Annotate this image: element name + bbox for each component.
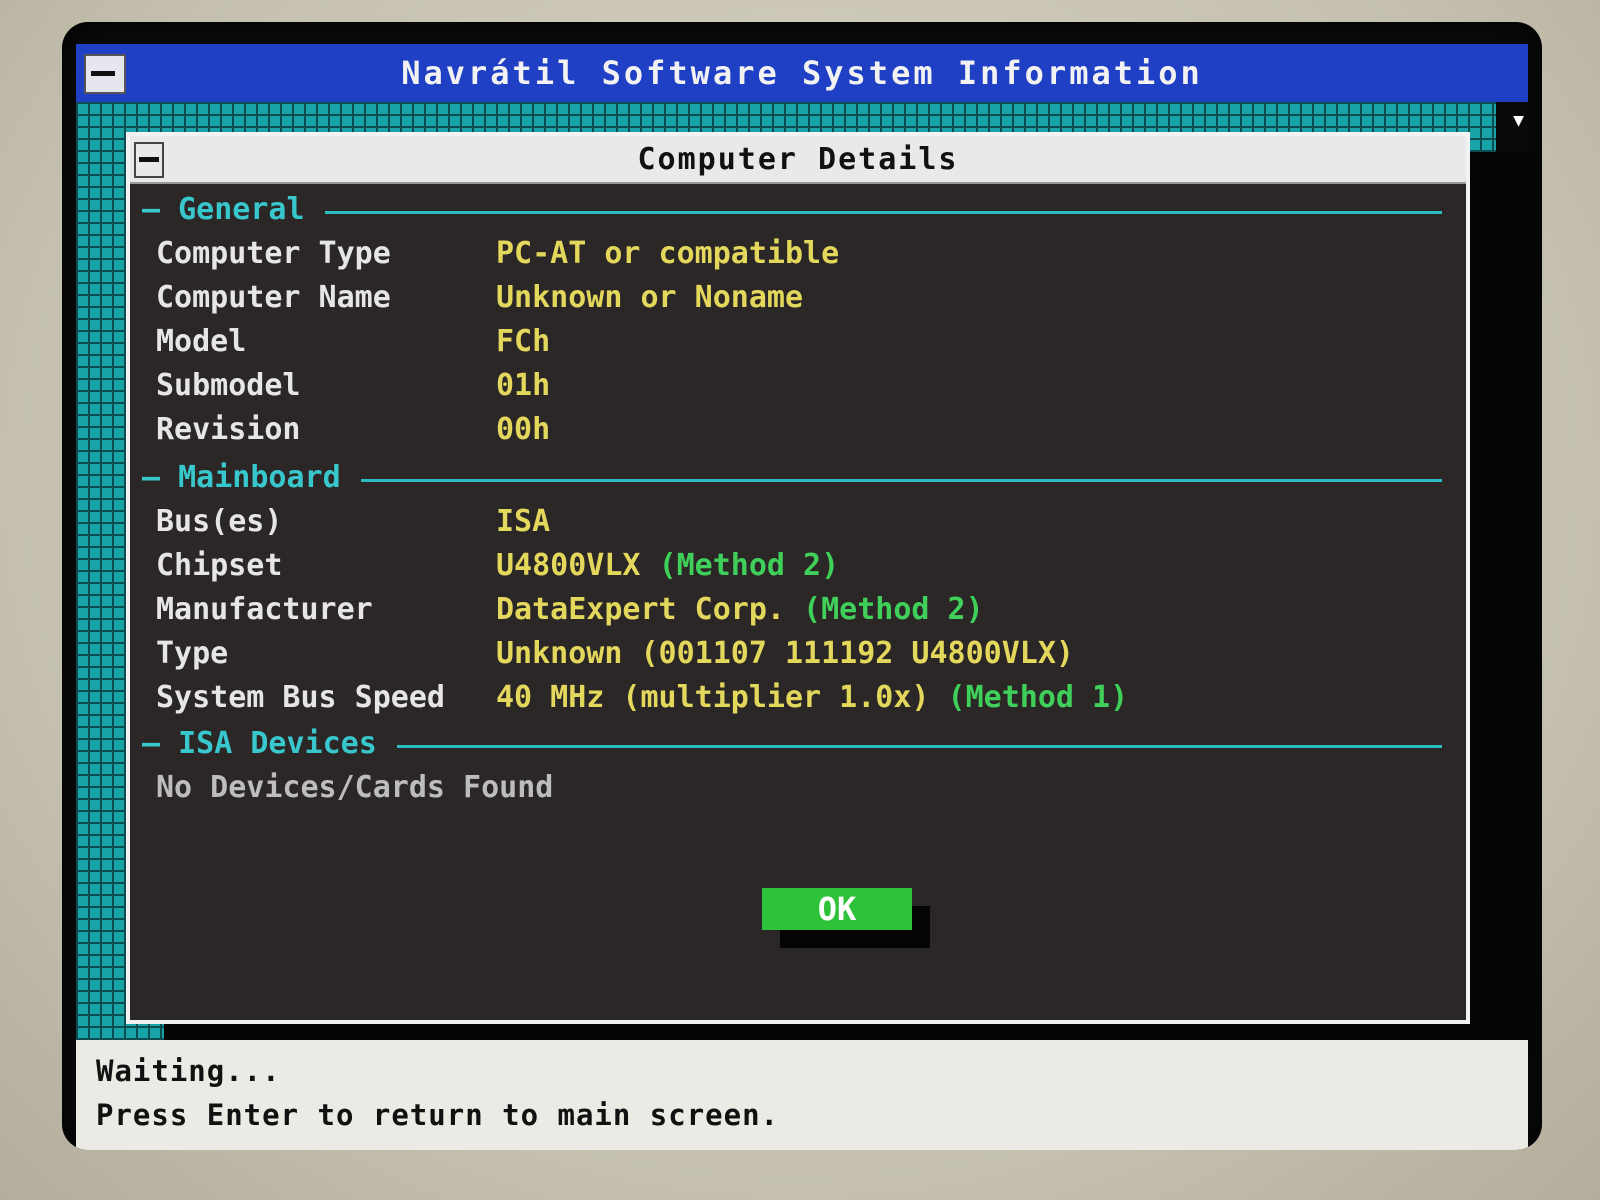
dialog-title: Computer Details — [637, 142, 959, 177]
row-label: Type — [156, 636, 229, 671]
dialog-title-bar: Computer Details — [130, 136, 1466, 184]
status-bar: Waiting... Press Enter to return to main… — [76, 1040, 1528, 1150]
app-title: Navrátil Software System Information — [401, 54, 1203, 92]
section-mainboard: — Mainboard — [142, 460, 1442, 500]
method-note: (Method 1) — [947, 680, 1129, 715]
section-isa-devices: — ISA Devices — [142, 726, 1442, 766]
section-label: — General — [142, 192, 325, 227]
status-waiting: Waiting... — [96, 1054, 281, 1088]
row-label: Manufacturer — [156, 592, 373, 627]
row-label: Bus(es) — [156, 504, 283, 539]
section-label: — ISA Devices — [142, 726, 397, 761]
row-label: Chipset — [156, 548, 283, 583]
row-value: U4800VLX (Method 2) — [496, 548, 840, 583]
status-hint: Press Enter to return to main screen. — [96, 1098, 780, 1132]
row-buses: Bus(es) ISA — [156, 504, 1446, 544]
row-label: Computer Name — [156, 280, 391, 315]
no-devices-text: No Devices/Cards Found — [156, 770, 554, 805]
app-title-bar: Navrátil Software System Information — [76, 44, 1528, 102]
row-system-bus-speed: System Bus Speed 40 MHz (multiplier 1.0x… — [156, 680, 1446, 720]
row-value: ISA — [496, 504, 551, 539]
computer-details-dialog: Computer Details — General Computer Type… — [126, 132, 1470, 1024]
section-general: — General — [142, 192, 1442, 232]
method-note: (Method 2) — [803, 592, 984, 627]
method-note: (Method 2) — [658, 548, 840, 583]
row-label: Submodel — [156, 368, 301, 403]
row-model: Model FCh — [156, 324, 1446, 364]
row-label: Model — [156, 324, 247, 359]
row-revision: Revision 00h — [156, 412, 1446, 452]
section-label: — Mainboard — [142, 460, 361, 495]
ok-button[interactable]: OK — [762, 888, 912, 930]
row-label: Computer Type — [156, 236, 391, 271]
row-value: Unknown (001107 111192 U4800VLX) — [496, 636, 1074, 671]
down-arrow-icon[interactable]: ▼ — [1513, 110, 1524, 131]
crt-screen: Navrátil Software System Information ▼ C… — [62, 22, 1542, 1150]
row-computer-name: Computer Name Unknown or Noname — [156, 280, 1446, 320]
row-value: PC-AT or compatible — [496, 236, 840, 271]
row-manufacturer: Manufacturer DataExpert Corp. (Method 2) — [156, 592, 1446, 632]
section-divider — [142, 211, 1442, 214]
row-value: Unknown or Noname — [496, 280, 804, 315]
row-submodel: Submodel 01h — [156, 368, 1446, 408]
row-value: 01h — [496, 368, 551, 403]
row-value: DataExpert Corp. (Method 2) — [496, 592, 984, 627]
row-value: 40 MHz (multiplier 1.0x) (Method 1) — [496, 680, 1129, 715]
row-computer-type: Computer Type PC-AT or compatible — [156, 236, 1446, 276]
row-chipset: Chipset U4800VLX (Method 2) — [156, 548, 1446, 588]
row-type: Type Unknown (001107 111192 U4800VLX) — [156, 636, 1446, 676]
row-label: Revision — [156, 412, 301, 447]
row-label: System Bus Speed — [156, 680, 445, 715]
row-value: FCh — [496, 324, 551, 359]
row-value: 00h — [496, 412, 551, 447]
